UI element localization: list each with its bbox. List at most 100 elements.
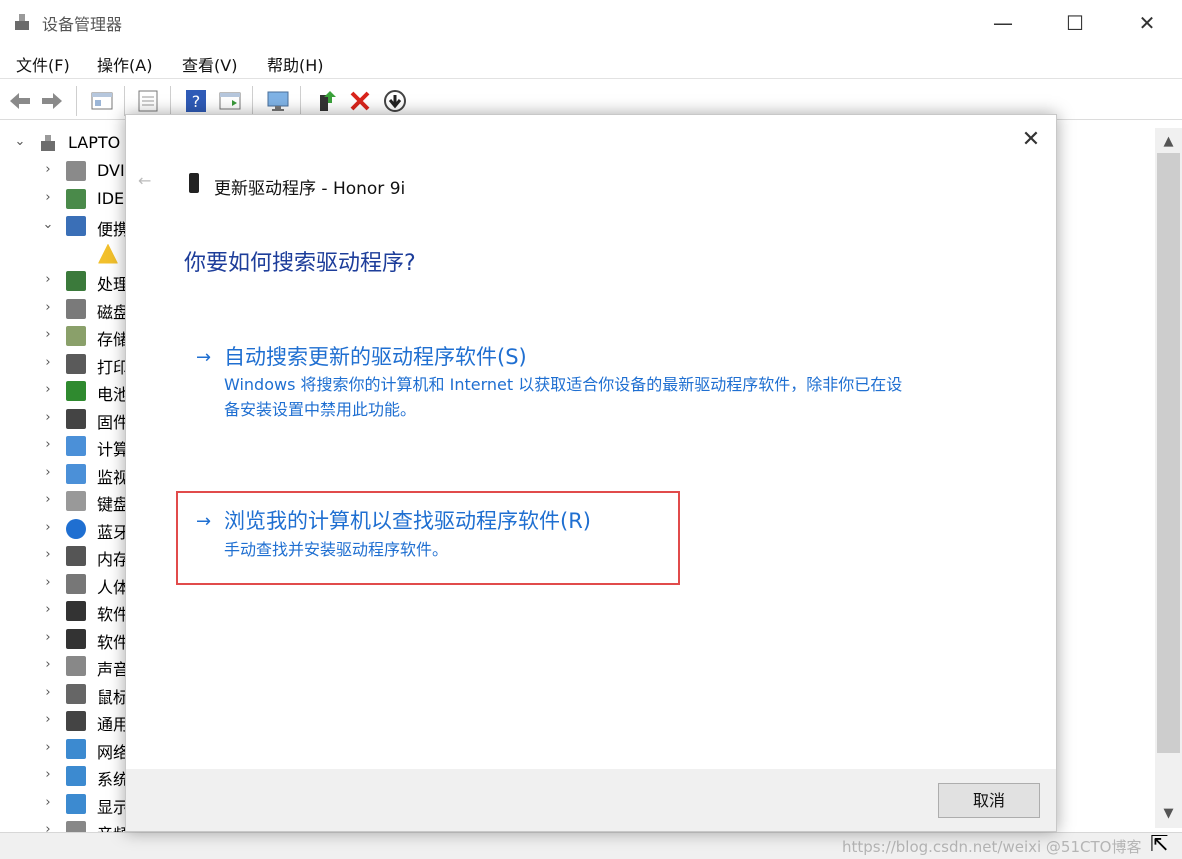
scroll-up-icon[interactable]: ▲ — [1155, 134, 1182, 149]
chevron-right-icon[interactable]: › — [42, 272, 54, 287]
hid-icon — [66, 573, 86, 594]
run-view-icon[interactable] — [216, 87, 244, 115]
monitor-icon[interactable] — [264, 87, 292, 115]
tree-item[interactable]: › DVI — [0, 158, 130, 185]
chevron-right-icon[interactable]: › — [42, 382, 54, 397]
tree-item[interactable]: › IDE — [0, 186, 130, 213]
computer-root-icon — [41, 135, 55, 151]
chevron-right-icon[interactable]: › — [42, 190, 54, 205]
tree-item[interactable]: ⌄ 便携 — [0, 213, 130, 240]
tree-root-label: LAPTO — [68, 133, 121, 152]
software-component-icon — [66, 628, 86, 649]
uninstall-icon[interactable] — [346, 87, 374, 115]
tree-item[interactable]: › 电池 — [0, 378, 130, 405]
bluetooth-icon — [66, 518, 86, 539]
properties-view-icon[interactable] — [88, 87, 116, 115]
tree-item[interactable]: › 处理 — [0, 268, 130, 295]
tree-item[interactable]: › 系统 — [0, 763, 130, 790]
chevron-right-icon[interactable]: › — [42, 575, 54, 590]
software-icon — [66, 601, 86, 621]
processor-icon — [66, 271, 86, 291]
scrollbar-thumb[interactable] — [1157, 153, 1180, 753]
tree-item[interactable]: › 打印 — [0, 351, 130, 378]
menu-file[interactable]: 文件(F) — [16, 52, 70, 76]
toolbar-separator — [76, 86, 77, 116]
watermark: https://blog.csdn.net/weixi @51CTO博客 — [842, 838, 1142, 856]
network-icon — [66, 738, 86, 759]
back-arrow-icon[interactable]: ← — [138, 171, 151, 190]
tree-item-label: DVI — [97, 161, 125, 180]
option-arrow-icon: → — [196, 511, 212, 532]
tree-item[interactable]: › 键盘 — [0, 488, 130, 515]
tree-item[interactable]: › 通用 — [0, 708, 130, 735]
menu-view[interactable]: 查看(V) — [182, 52, 237, 76]
menu-action[interactable]: 操作(A) — [97, 52, 152, 76]
tree-item[interactable]: › 蓝牙 — [0, 516, 130, 543]
tree-item[interactable]: › 存储 — [0, 323, 130, 350]
chevron-right-icon[interactable]: › — [42, 712, 54, 727]
chevron-right-icon[interactable]: › — [42, 657, 54, 672]
list-view-icon[interactable] — [134, 87, 162, 115]
chevron-right-icon[interactable]: › — [42, 492, 54, 507]
chevron-right-icon[interactable]: › — [42, 410, 54, 425]
chevron-down-icon[interactable]: ⌄ — [14, 134, 26, 149]
sound-icon — [66, 656, 86, 676]
help-icon[interactable]: ? — [182, 87, 210, 115]
chevron-right-icon[interactable]: › — [42, 437, 54, 452]
tree-item[interactable] — [0, 241, 130, 268]
tree-item[interactable]: › 软件 — [0, 598, 130, 625]
computer-icon — [66, 436, 86, 456]
chevron-right-icon[interactable]: › — [42, 547, 54, 562]
chevron-right-icon[interactable]: › — [42, 300, 54, 315]
chevron-right-icon[interactable]: › — [42, 327, 54, 342]
tree-item[interactable]: › 计算 — [0, 433, 130, 460]
chevron-right-icon[interactable]: › — [42, 465, 54, 480]
close-button[interactable]: ✕ — [1124, 8, 1170, 38]
tree-item[interactable]: › 监视 — [0, 461, 130, 488]
add-driver-icon[interactable] — [312, 87, 340, 115]
scroll-down-icon[interactable]: ▼ — [1155, 806, 1182, 821]
chevron-right-icon[interactable]: › — [42, 740, 54, 755]
tree-item[interactable]: › 鼠标 — [0, 681, 130, 708]
chevron-right-icon[interactable]: › — [42, 602, 54, 617]
mouse-cursor-icon: ⇱ — [1150, 832, 1169, 857]
back-icon[interactable] — [6, 87, 34, 115]
chevron-right-icon[interactable]: › — [42, 355, 54, 370]
svg-text:?: ? — [192, 92, 201, 111]
toolbar-separator — [170, 86, 171, 116]
minimize-button[interactable]: — — [980, 8, 1026, 38]
chevron-right-icon[interactable]: › — [42, 767, 54, 782]
tree-item-label: IDE — [97, 188, 125, 208]
tree-item[interactable]: › 磁盘 — [0, 296, 130, 323]
tree-item[interactable]: › 网络 — [0, 736, 130, 763]
printer-icon — [66, 353, 86, 374]
dialog-close-button[interactable]: ✕ — [1014, 125, 1048, 155]
tree-item[interactable]: › 固件 — [0, 406, 130, 433]
forward-icon[interactable] — [38, 87, 66, 115]
chevron-right-icon[interactable]: › — [42, 162, 54, 177]
menu-help[interactable]: 帮助(H) — [267, 52, 324, 76]
tree-item[interactable]: › 显示 — [0, 791, 130, 818]
browse-computer-description: 手动查找并安装驱动程序软件。 — [224, 540, 449, 559]
window-title: 设备管理器 — [42, 15, 123, 34]
maximize-button[interactable]: ☐ — [1052, 8, 1098, 38]
tree-item[interactable]: › 声音 — [0, 653, 130, 680]
warning-icon — [98, 243, 118, 264]
storage-icon — [66, 326, 86, 346]
download-icon[interactable] — [381, 87, 409, 115]
chevron-down-icon[interactable]: ⌄ — [42, 217, 54, 232]
keyboard-icon — [66, 491, 86, 511]
auto-search-option[interactable]: 自动搜索更新的驱动程序软件(S) — [224, 341, 527, 371]
browse-computer-option[interactable]: 浏览我的计算机以查找驱动程序软件(R) — [224, 505, 591, 535]
system-icon — [66, 766, 86, 786]
ide-icon — [66, 188, 86, 209]
chevron-right-icon[interactable]: › — [42, 630, 54, 645]
tree-item[interactable]: › 人体 — [0, 571, 130, 598]
chevron-right-icon[interactable]: › — [42, 520, 54, 535]
chevron-right-icon[interactable]: › — [42, 685, 54, 700]
tree-item[interactable]: › 软件 — [0, 626, 130, 653]
cancel-button[interactable]: 取消 — [938, 783, 1040, 818]
tree-item[interactable]: › 内存 — [0, 543, 130, 570]
memory-icon — [66, 546, 86, 566]
chevron-right-icon[interactable]: › — [42, 795, 54, 810]
